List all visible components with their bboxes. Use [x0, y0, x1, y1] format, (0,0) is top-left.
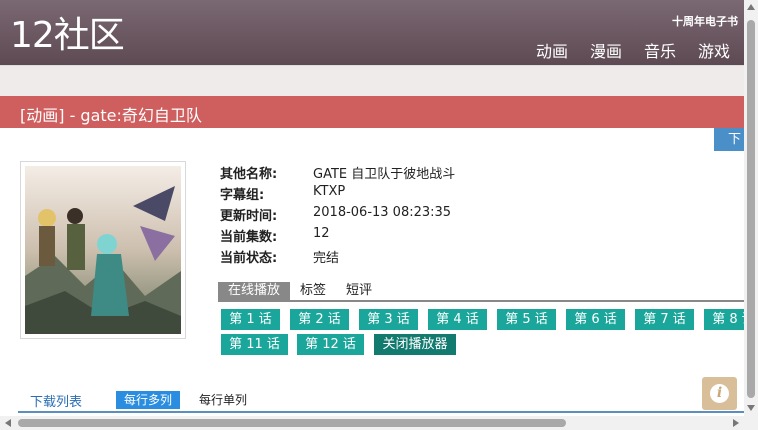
- info-key: 字幕组:: [220, 188, 265, 203]
- horizontal-scroll-thumb[interactable]: [18, 419, 566, 427]
- episode-button[interactable]: 第 8 话: [704, 309, 744, 330]
- scroll-left-arrow-icon[interactable]: [5, 419, 11, 427]
- info-row-alt-name: 其他名称: GATE 自卫队于彼地战斗: [220, 163, 455, 184]
- title-bar: [动画] - gate:奇幻自卫队: [0, 96, 744, 128]
- info-value: KTXP: [313, 184, 346, 199]
- tab-short-reviews[interactable]: 短评: [336, 282, 382, 300]
- tab-tags[interactable]: 标签: [290, 282, 336, 300]
- horizontal-scrollbar[interactable]: [0, 416, 758, 430]
- episode-button[interactable]: 第 1 话: [221, 309, 280, 330]
- download-tab[interactable]: 下: [714, 128, 744, 151]
- cover-artwork: [25, 166, 181, 334]
- layout-multi-column-button[interactable]: 每行多列: [116, 391, 181, 409]
- cover-image: [20, 161, 186, 339]
- info-value: 12: [313, 226, 330, 241]
- info-row-episodes: 当前集数: 12: [220, 226, 455, 247]
- episode-button[interactable]: 第 2 话: [290, 309, 349, 330]
- episode-button[interactable]: 第 7 话: [635, 309, 694, 330]
- info-row-updated: 更新时间: 2018-06-13 08:23:35: [220, 205, 455, 226]
- anniversary-ebook-link[interactable]: 十周年电子书: [672, 13, 738, 29]
- info-row-fansub: 字幕组: KTXP: [220, 184, 455, 205]
- content-tabs: 在线播放 标签 短评: [218, 282, 744, 302]
- episode-button[interactable]: 第 5 话: [497, 309, 556, 330]
- info-button[interactable]: i: [702, 377, 737, 410]
- episode-button[interactable]: 第 4 话: [428, 309, 487, 330]
- layout-single-column-button[interactable]: 每行单列: [199, 391, 247, 409]
- site-header: 12社区 十周年电子书 动画 漫画 音乐 游戏: [0, 0, 744, 65]
- close-player-button[interactable]: 关闭播放器: [374, 334, 456, 355]
- scroll-right-arrow-icon[interactable]: [733, 419, 739, 427]
- info-icon: i: [710, 384, 729, 403]
- episode-button[interactable]: 第 11 话: [221, 334, 288, 355]
- vertical-scrollbar[interactable]: [744, 0, 758, 416]
- page-title: [动画] - gate:奇幻自卫队: [20, 106, 202, 125]
- info-key: 更新时间:: [220, 209, 278, 224]
- scroll-down-arrow-icon[interactable]: [747, 405, 755, 411]
- nav-item-music[interactable]: 音乐: [622, 38, 676, 62]
- download-list-label[interactable]: 下载列表: [30, 391, 82, 410]
- site-logo[interactable]: 12社区: [10, 14, 125, 58]
- info-value: GATE 自卫队于彼地战斗: [313, 167, 456, 182]
- nav-item-games[interactable]: 游戏: [676, 38, 730, 62]
- info-value: 2018-06-13 08:23:35: [313, 205, 452, 220]
- vertical-scroll-thumb[interactable]: [747, 20, 755, 398]
- scroll-up-arrow-icon[interactable]: [747, 4, 755, 10]
- episode-button[interactable]: 第 6 话: [566, 309, 625, 330]
- nav-item-manga[interactable]: 漫画: [568, 38, 622, 62]
- section-divider: [18, 411, 744, 413]
- info-key: 其他名称:: [220, 167, 278, 182]
- main-nav: 动画 漫画 音乐 游戏: [514, 38, 730, 62]
- nav-item-anime[interactable]: 动画: [514, 38, 568, 62]
- episode-button[interactable]: 第 12 话: [297, 334, 364, 355]
- info-key: 当前集数:: [220, 230, 278, 245]
- anime-info: 其他名称: GATE 自卫队于彼地战斗 字幕组: KTXP 更新时间: 2018…: [220, 163, 455, 268]
- tab-online-play[interactable]: 在线播放: [218, 282, 291, 300]
- episode-list: 第 1 话 第 2 话 第 3 话 第 4 话 第 5 话 第 6 话 第 7 …: [221, 309, 744, 359]
- gray-band: [0, 65, 744, 97]
- info-row-status: 当前状态: 完结: [220, 247, 455, 268]
- info-value: 完结: [313, 251, 340, 266]
- info-key: 当前状态:: [220, 251, 278, 266]
- episode-button[interactable]: 第 3 话: [359, 309, 418, 330]
